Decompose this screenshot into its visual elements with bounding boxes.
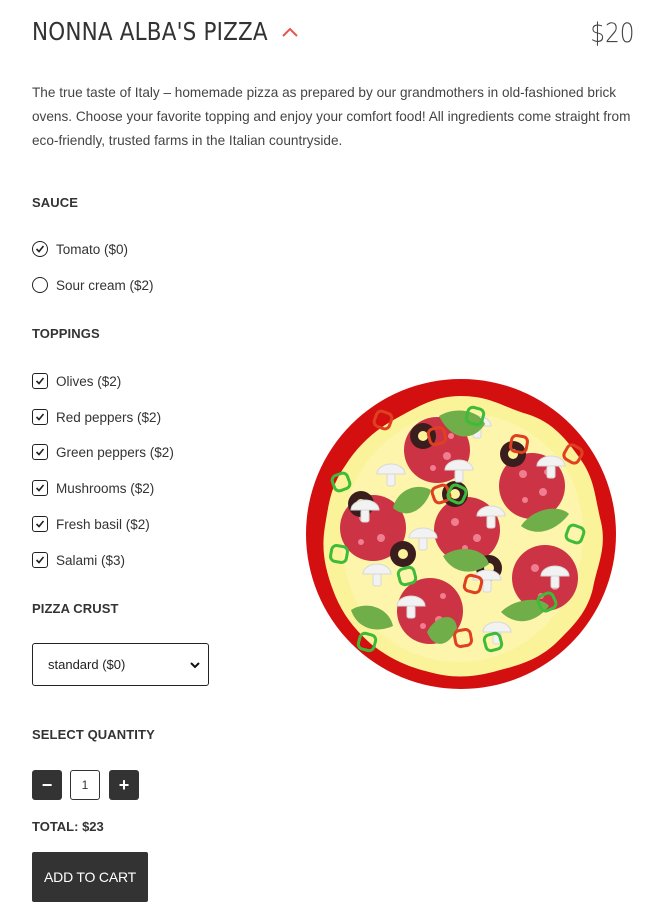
topping-olives[interactable]: Olives ($2) — [32, 372, 121, 390]
quantity-decrease-button[interactable]: − — [32, 770, 62, 800]
radio-checked-icon[interactable] — [32, 241, 48, 257]
checkbox-checked-icon[interactable] — [32, 409, 48, 425]
crust-select[interactable]: standard ($0) — [32, 643, 209, 686]
sauce-option-label: Sour cream ($2) — [56, 277, 154, 293]
topping-red-peppers[interactable]: Red peppers ($2) — [32, 408, 161, 426]
sauce-label: SAUCE — [32, 195, 79, 210]
radio-unchecked-icon[interactable] — [32, 277, 48, 293]
chevron-up-icon — [282, 27, 298, 37]
topping-salami[interactable]: Salami ($3) — [32, 551, 125, 569]
product-description: The true taste of Italy – homemade pizza… — [32, 85, 631, 148]
crust-selected-value: standard ($0) — [48, 657, 126, 672]
checkbox-checked-icon[interactable] — [32, 373, 48, 389]
product-title: NONNA ALBA'S PIZZA — [32, 17, 268, 46]
product-price: $20 — [590, 18, 635, 49]
topping-green-peppers[interactable]: Green peppers ($2) — [32, 443, 174, 461]
collapse-button[interactable] — [278, 22, 302, 42]
topping-label: Salami ($3) — [56, 552, 126, 568]
sauce-option-tomato[interactable]: Tomato ($0) — [32, 240, 128, 258]
checkbox-checked-icon[interactable] — [32, 480, 48, 496]
chevron-down-icon — [190, 662, 200, 669]
topping-label: Green peppers ($2) — [56, 444, 174, 460]
crust-label: PIZZA CRUST — [32, 601, 119, 616]
checkbox-checked-icon[interactable] — [32, 516, 48, 532]
topping-label: Olives ($2) — [56, 373, 122, 389]
checkbox-checked-icon[interactable] — [32, 552, 48, 568]
sauce-option-label: Tomato ($0) — [56, 241, 129, 257]
topping-label: Mushrooms ($2) — [56, 480, 155, 496]
total-price: TOTAL: $23 — [32, 819, 104, 834]
topping-label: Red peppers ($2) — [56, 409, 162, 425]
toppings-label: TOPPINGS — [32, 326, 100, 341]
checkbox-checked-icon[interactable] — [32, 444, 48, 460]
topping-fresh-basil[interactable]: Fresh basil ($2) — [32, 515, 150, 533]
topping-label: Fresh basil ($2) — [56, 516, 150, 532]
add-to-cart-button[interactable]: ADD TO CART — [32, 852, 148, 902]
quantity-label: SELECT QUANTITY — [32, 727, 155, 742]
topping-mushrooms[interactable]: Mushrooms ($2) — [32, 479, 154, 497]
quantity-increase-button[interactable]: + — [109, 770, 139, 800]
pizza-image — [306, 379, 616, 689]
quantity-input[interactable] — [70, 770, 100, 800]
sauce-option-sour-cream[interactable]: Sour cream ($2) — [32, 276, 154, 294]
